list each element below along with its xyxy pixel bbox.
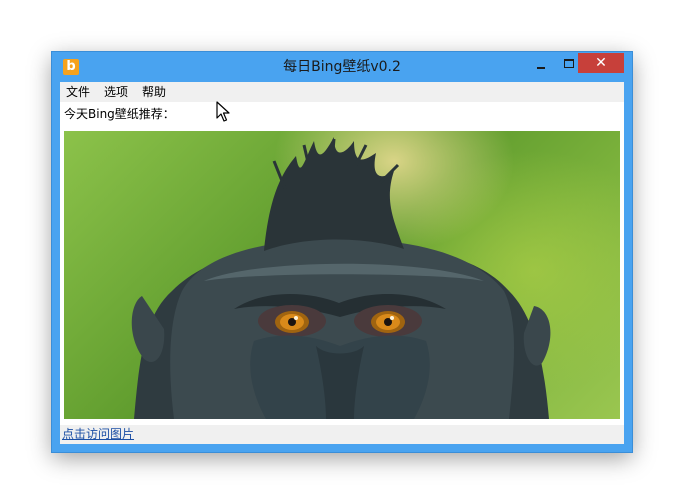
intro-label: 今天Bing壁纸推荐： bbox=[64, 107, 175, 121]
status-bar: 点击访问图片 bbox=[60, 425, 624, 444]
app-window: b 每日Bing壁纸v0.2 ✕ 文件 选项 帮助 今天Bing壁纸推荐： 点击… bbox=[52, 52, 632, 452]
wallpaper-image bbox=[64, 131, 620, 419]
maximize-icon bbox=[564, 59, 574, 68]
menu-help[interactable]: 帮助 bbox=[142, 82, 166, 102]
maximize-button[interactable] bbox=[558, 54, 580, 74]
close-icon: ✕ bbox=[595, 55, 607, 71]
menu-bar: 文件 选项 帮助 bbox=[60, 82, 624, 102]
client-area: 文件 选项 帮助 今天Bing壁纸推荐： 点击访问图片 bbox=[60, 82, 624, 444]
minimize-button[interactable] bbox=[530, 54, 552, 74]
visit-image-link[interactable]: 点击访问图片 bbox=[62, 426, 134, 442]
menu-file[interactable]: 文件 bbox=[66, 82, 90, 102]
minimize-icon bbox=[537, 67, 545, 69]
mouse-cursor-icon bbox=[216, 101, 230, 122]
close-button[interactable]: ✕ bbox=[578, 53, 624, 73]
monkey-wallpaper-image bbox=[131, 137, 551, 419]
title-bar[interactable]: b 每日Bing壁纸v0.2 ✕ bbox=[52, 52, 632, 82]
menu-options[interactable]: 选项 bbox=[104, 82, 128, 102]
